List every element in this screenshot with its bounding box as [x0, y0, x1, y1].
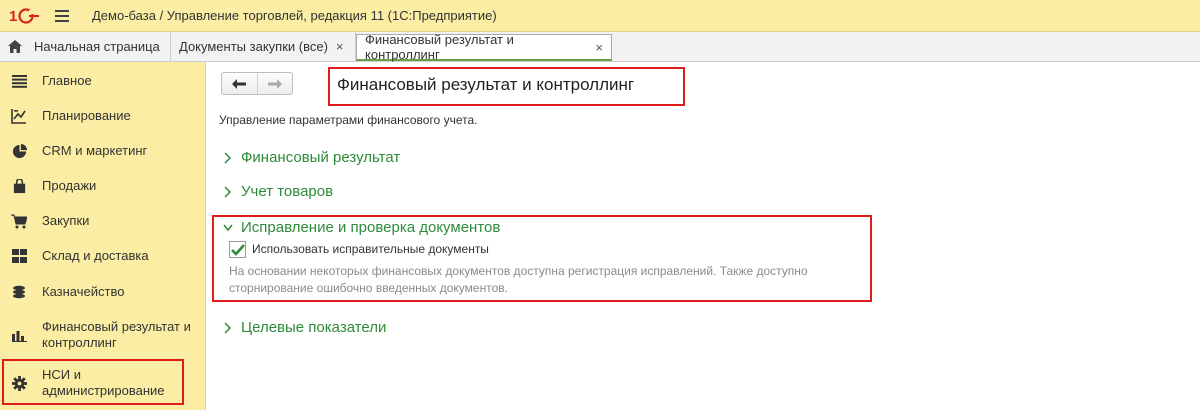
sidebar-item-label: Планирование — [42, 108, 131, 123]
sidebar-item-label: Финансовый результат и — [42, 319, 191, 334]
group-document-correction[interactable]: Исправление и проверка документов — [223, 219, 500, 236]
sidebar-item-financial-result[interactable]: Финансовый результат и контроллинг — [0, 318, 206, 352]
sidebar-item-label-line2: контроллинг — [42, 335, 117, 350]
sidebar-item-main[interactable]: Главное — [0, 72, 206, 90]
close-icon[interactable]: × — [595, 40, 603, 55]
cart-icon — [11, 213, 27, 229]
group-label: Целевые показатели — [241, 319, 387, 336]
sidebar: Главное Планирование CRM и маркетинг Про… — [0, 62, 206, 410]
sidebar-item-label: Склад и доставка — [42, 248, 149, 263]
1c-logo-icon: 1 — [9, 6, 41, 26]
page-title: Финансовый результат и контроллинг — [337, 75, 635, 94]
sidebar-item-treasury[interactable]: Казначейство — [0, 283, 206, 301]
tab-label: Финансовый результат и контроллинг — [365, 32, 514, 62]
group-label: Учет товаров — [241, 183, 334, 200]
highlight-frame — [2, 359, 184, 405]
title-bar: 1 Демо-база / Управление торговлей, реда… — [0, 0, 1200, 32]
tabs-bar: Начальная страница Документы закупки (вс… — [0, 32, 1200, 62]
hint-text: На основании некоторых финансовых докуме… — [229, 264, 808, 295]
coins-icon — [11, 284, 27, 300]
tab-financial-result[interactable]: Финансовый результат и контроллинг × — [356, 32, 612, 62]
warehouse-grid-icon — [11, 248, 27, 264]
sidebar-item-planning[interactable]: Планирование — [0, 107, 206, 125]
sidebar-item-crm[interactable]: CRM и маркетинг — [0, 142, 206, 160]
sidebar-item-label: Главное — [42, 73, 92, 88]
menu-lines-icon — [11, 73, 27, 89]
sidebar-item-label: CRM и маркетинг — [42, 143, 148, 158]
tab-label: Документы закупки (все) — [179, 39, 328, 54]
forward-button[interactable] — [256, 73, 293, 94]
group-label: Финансовый результат — [241, 149, 401, 166]
tab-purchase-documents[interactable]: Документы закупки (все) × — [171, 32, 356, 61]
group-label: Исправление и проверка документов — [241, 219, 501, 236]
group-target-indicators[interactable]: Целевые показатели — [223, 319, 386, 336]
main-menu-icon[interactable] — [55, 9, 69, 22]
group-financial-result[interactable]: Финансовый результат — [223, 149, 400, 166]
use-correction-documents-checkbox[interactable] — [229, 241, 246, 258]
group-goods-accounting[interactable]: Учет товаров — [223, 183, 333, 200]
chevron-right-icon — [224, 151, 232, 164]
arrow-right-icon — [267, 78, 282, 89]
sidebar-item-label: Казначейство — [42, 284, 125, 299]
shopping-bag-icon — [11, 178, 27, 194]
sidebar-item-sales[interactable]: Продажи — [0, 177, 206, 195]
sidebar-item-label: Продажи — [42, 178, 97, 193]
chevron-down-icon — [223, 224, 233, 231]
pie-chart-icon — [11, 143, 27, 159]
page-subtitle: Управление параметрами финансового учета… — [219, 113, 478, 127]
close-icon[interactable]: × — [336, 39, 344, 54]
home-icon — [8, 40, 22, 53]
main-content: Финансовый результат и контроллинг Управ… — [207, 62, 1200, 410]
sidebar-item-purchases[interactable]: Закупки — [0, 212, 206, 230]
window-title: Демо-база / Управление торговлей, редакц… — [92, 8, 497, 23]
tab-label: Начальная страница — [34, 39, 160, 54]
sidebar-item-label: Закупки — [42, 213, 90, 228]
navigation-buttons — [221, 72, 293, 95]
arrow-left-icon — [232, 78, 247, 89]
back-button[interactable] — [222, 73, 257, 94]
tab-home[interactable]: Начальная страница — [0, 32, 171, 61]
checkbox-label: Использовать исправительные документы — [252, 242, 489, 256]
chevron-right-icon — [224, 185, 232, 198]
chevron-right-icon — [224, 321, 232, 334]
planning-chart-icon — [11, 108, 27, 124]
svg-text:1: 1 — [9, 8, 17, 25]
checkmark-icon — [230, 243, 245, 256]
sidebar-item-warehouse[interactable]: Склад и доставка — [0, 247, 206, 265]
bar-chart-icon — [11, 327, 27, 343]
